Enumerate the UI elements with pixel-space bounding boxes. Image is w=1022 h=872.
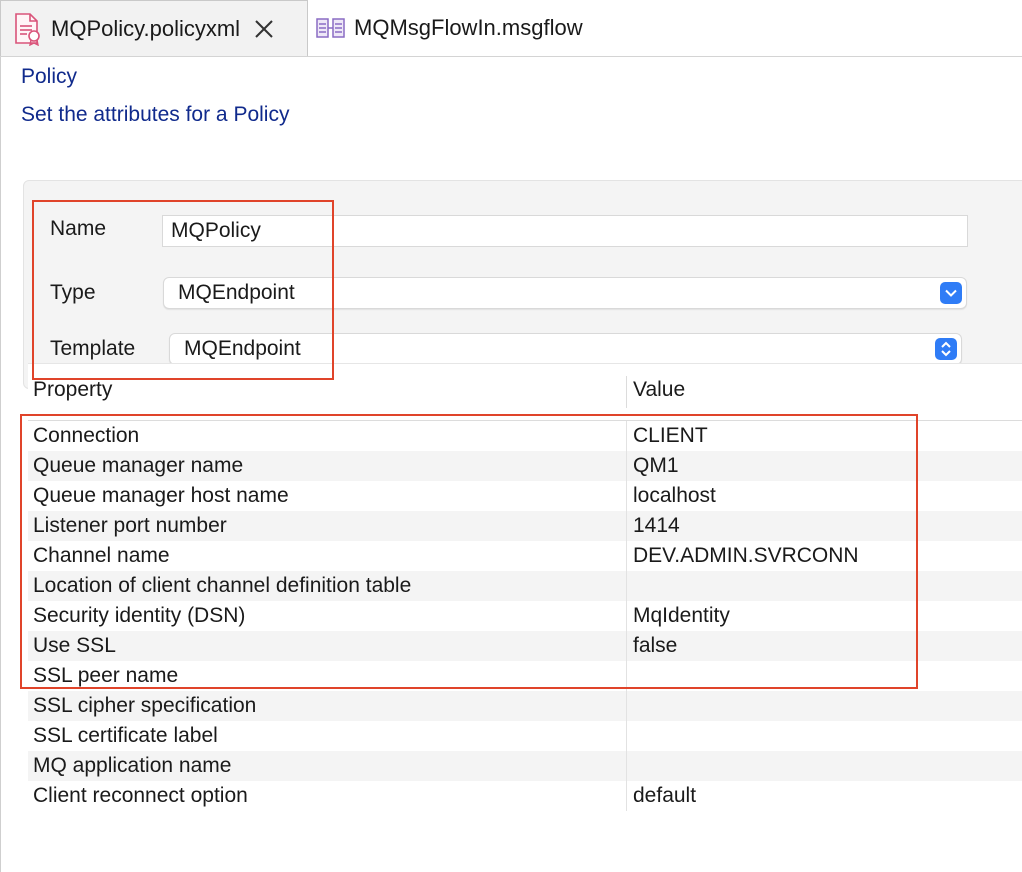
- property-value-cell[interactable]: false: [633, 634, 677, 658]
- property-value-cell[interactable]: MqIdentity: [633, 604, 730, 628]
- cell-divider: [626, 451, 627, 481]
- cell-divider: [626, 781, 627, 811]
- type-label: Type: [50, 281, 96, 304]
- cell-divider: [626, 421, 627, 451]
- property-name-cell: Use SSL: [33, 634, 116, 657]
- column-divider[interactable]: [626, 376, 627, 408]
- cell-divider: [626, 511, 627, 541]
- table-row[interactable]: Listener port number 1414: [28, 511, 1022, 541]
- column-header-property[interactable]: Property: [33, 378, 112, 402]
- property-name-cell: Security identity (DSN): [33, 604, 246, 627]
- table-row[interactable]: Client reconnect option default: [28, 781, 1022, 811]
- table-row[interactable]: SSL peer name: [28, 661, 1022, 691]
- table-row[interactable]: Queue manager name QM1: [28, 451, 1022, 481]
- table-body: Connection CLIENT Queue manager name QM1 Que…: [28, 421, 1022, 811]
- table-row[interactable]: SSL certificate label: [28, 721, 1022, 751]
- chevron-updown-icon[interactable]: [935, 338, 957, 360]
- editor-tab-bar: MQPolicy.policyxml MQMsgFlowIn.msgflow: [0, 0, 1022, 57]
- page-title: Policy: [21, 65, 78, 88]
- property-name-cell: SSL peer name: [33, 664, 179, 687]
- table-row[interactable]: Security identity (DSN) MqIdentity: [28, 601, 1022, 631]
- cell-divider: [626, 691, 627, 721]
- property-value-cell[interactable]: 1414: [633, 514, 680, 538]
- type-select-value: MQEndpoint: [178, 281, 295, 304]
- table-row[interactable]: Connection CLIENT: [28, 421, 1022, 451]
- table-row[interactable]: Queue manager host name localhost: [28, 481, 1022, 511]
- cell-divider: [626, 541, 627, 571]
- cell-divider: [626, 721, 627, 751]
- table-row[interactable]: Use SSL false: [28, 631, 1022, 661]
- policy-file-icon: [13, 12, 43, 46]
- table-row[interactable]: MQ application name: [28, 751, 1022, 781]
- property-name-cell: Channel name: [33, 544, 170, 567]
- property-name-cell: SSL certificate label: [33, 724, 218, 747]
- tab-mqpolicy[interactable]: MQPolicy.policyxml: [0, 0, 308, 56]
- cell-divider: [626, 751, 627, 781]
- property-name-cell: Listener port number: [33, 514, 227, 537]
- property-value-cell[interactable]: DEV.ADMIN.SVRCONN: [633, 544, 859, 568]
- template-select-value: MQEndpoint: [184, 337, 301, 360]
- property-name-cell: Client reconnect option: [33, 784, 248, 807]
- table-row[interactable]: SSL cipher specification: [28, 691, 1022, 721]
- close-icon[interactable]: [252, 17, 276, 41]
- cell-divider: [626, 661, 627, 691]
- name-input[interactable]: [162, 215, 968, 247]
- property-value-cell[interactable]: CLIENT: [633, 424, 708, 448]
- column-header-value[interactable]: Value: [633, 378, 685, 402]
- table-header: Property Value: [28, 363, 1022, 421]
- tab-label: MQMsgFlowIn.msgflow: [354, 15, 583, 40]
- property-name-cell: Queue manager name: [33, 454, 244, 477]
- cell-divider: [626, 601, 627, 631]
- tab-mqmsgflowin[interactable]: MQMsgFlowIn.msgflow: [312, 0, 632, 56]
- property-name-cell: MQ application name: [33, 754, 232, 777]
- chevron-down-icon[interactable]: [940, 282, 962, 304]
- cell-divider: [626, 631, 627, 661]
- property-value-cell[interactable]: default: [633, 784, 696, 808]
- property-name-cell: Location of client channel definition ta…: [33, 574, 412, 597]
- type-select[interactable]: MQEndpoint: [163, 277, 967, 309]
- cell-divider: [626, 481, 627, 511]
- property-name-cell: Queue manager host name: [33, 484, 289, 507]
- property-table: Property Value Connection CLIENT Queue man…: [28, 363, 1022, 811]
- msgflow-file-icon: [316, 17, 346, 39]
- policy-attributes-panel: Name Type MQEndpoint Template MQEndpoint: [23, 180, 1022, 389]
- page-subtitle: Set the attributes for a Policy: [21, 103, 290, 126]
- cell-divider: [626, 571, 627, 601]
- template-label: Template: [50, 337, 136, 360]
- property-value-cell[interactable]: localhost: [633, 484, 716, 508]
- table-row[interactable]: Channel name DEV.ADMIN.SVRCONN: [28, 541, 1022, 571]
- template-select[interactable]: MQEndpoint: [169, 333, 962, 365]
- property-name-cell: SSL cipher specification: [33, 694, 257, 717]
- property-value-cell[interactable]: QM1: [633, 454, 679, 478]
- tab-label: MQPolicy.policyxml: [51, 15, 241, 41]
- name-label: Name: [50, 217, 107, 240]
- table-row[interactable]: Location of client channel definition ta…: [28, 571, 1022, 601]
- property-name-cell: Connection: [33, 424, 140, 447]
